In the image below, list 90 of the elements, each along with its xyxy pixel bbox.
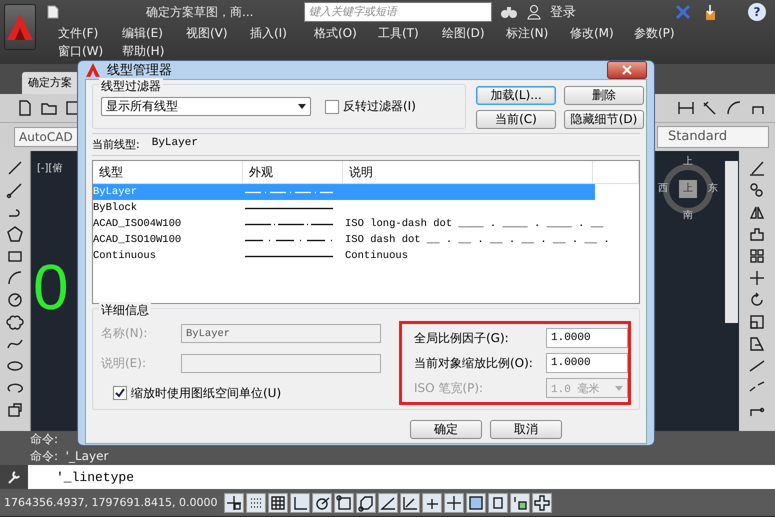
cross-icon[interactable] — [422, 492, 442, 512]
menu-item[interactable]: 修改(M) — [570, 24, 634, 42]
menu-item[interactable]: 标注(N) — [506, 24, 570, 42]
table-row[interactable]: ACAD_ISO04W100 ISO long-dash dot ____ . ____ . ____ . __ — [93, 216, 604, 232]
table-cell-text: ISO dash dot __ . __ . __ . __ . __ . __ . — [345, 233, 610, 248]
style-dropdown[interactable]: Standard — [657, 126, 769, 148]
axis-icon[interactable] — [400, 492, 420, 512]
help-button[interactable]: ? — [748, 3, 766, 21]
logo-icon — [5, 12, 35, 42]
command-input[interactable]: '_linetype — [28, 465, 775, 489]
paper-space-checkbox[interactable]: 缩放时使用图纸空间单位(U) — [101, 384, 381, 402]
current-linetype-label: 当前线型: — [92, 137, 140, 152]
plus-outline-icon[interactable] — [532, 492, 552, 512]
close-icon — [622, 65, 632, 75]
dialog-button[interactable]: 取消 — [490, 420, 562, 439]
circle-icon[interactable] — [6, 291, 24, 309]
angle-icon[interactable] — [312, 492, 332, 512]
caret-icon — [298, 104, 306, 109]
object-scale-field[interactable]: 1.0000 — [546, 353, 628, 373]
wrench-icon[interactable] — [6, 469, 22, 485]
scrollbar[interactable] — [725, 161, 738, 323]
dialog-button[interactable]: 隐藏细节(D) — [564, 110, 644, 129]
corner-icon[interactable] — [290, 492, 310, 512]
brush-icon[interactable] — [748, 159, 766, 177]
table-row[interactable]: ACAD_ISO10W100 ISO dash dot __ . __ . __ . __ . __ . __ . — [93, 232, 610, 248]
coordinates-display: 1764356.4937, 1797691.8415, 0.0000 — [4, 496, 218, 509]
command-line: 命令: — [30, 431, 60, 448]
dialog-button[interactable]: 加载(L)... — [476, 86, 556, 105]
arc-dimension-icon[interactable] — [725, 99, 743, 117]
checkmark-icon — [115, 388, 125, 398]
menu-item[interactable]: 编辑(E) — [122, 24, 186, 42]
menu-item[interactable]: 参数(P) — [634, 24, 698, 42]
filter-dropdown[interactable]: 显示所有线型 — [101, 97, 311, 116]
table-cell-text: ACAD_ISO10W100 — [93, 233, 182, 248]
menu-item[interactable]: 文件(F) — [58, 24, 122, 42]
move-icon[interactable] — [748, 269, 766, 287]
field-label: 名称(N): — [101, 325, 148, 342]
polyline-icon[interactable] — [6, 181, 24, 199]
menu-item[interactable]: 插入(I) — [250, 24, 314, 42]
table-cell-text: ACAD_ISO04W100 — [93, 217, 182, 232]
dialog-button[interactable]: 当前(C) — [476, 110, 556, 129]
field-label: 当前对象缩放比例(O): — [414, 354, 534, 372]
angle-icon[interactable] — [378, 492, 398, 512]
menu-item[interactable]: 绘图(D) — [442, 24, 506, 42]
array-icon[interactable] — [748, 247, 766, 265]
sign-in-link[interactable]: 登录 — [550, 3, 576, 21]
stretch-icon[interactable] — [748, 335, 766, 353]
table-cell-text: Continuous — [93, 249, 158, 264]
block-icon[interactable] — [6, 401, 24, 419]
new-file-icon[interactable] — [46, 5, 60, 19]
dialog-button[interactable]: 确定 — [410, 420, 482, 439]
field-label: ISO 笔宽(P): — [414, 380, 484, 396]
user-icon[interactable] — [526, 4, 542, 20]
menu-item[interactable]: 格式(O) — [314, 24, 378, 42]
grid-icon[interactable] — [268, 492, 288, 512]
menu-item[interactable]: 窗口(W) — [58, 42, 122, 60]
search-field[interactable]: 键入关键字或短语 — [304, 2, 492, 22]
table-cell-text: ByBlock — [93, 201, 138, 216]
square-icon[interactable] — [334, 492, 354, 512]
table-cell-text: ISO long-dash dot ____ . ____ . ____ . __ — [345, 217, 604, 232]
arc-icon[interactable] — [6, 269, 24, 287]
table-row[interactable]: ByBlock — [93, 200, 595, 216]
command-line: 命令: '_Layer — [30, 448, 110, 465]
window-title: 确定方案草图，商... — [146, 4, 254, 20]
dialog-button[interactable]: 删除 — [564, 86, 644, 105]
group-label: 详细信息 — [99, 302, 151, 319]
crosshair-icon[interactable] — [224, 492, 244, 512]
pentagon-icon[interactable] — [6, 225, 24, 243]
drawing-text: 0 — [33, 255, 70, 319]
binoculars-icon[interactable] — [500, 4, 518, 20]
field-label: 全局比例因子(G): — [414, 330, 510, 346]
table-cell-text: ByLayer — [93, 185, 138, 200]
global-scale-field[interactable]: 1.0000 — [546, 328, 628, 348]
menu-item[interactable]: 工具(T) — [378, 24, 442, 42]
caret-icon — [615, 386, 623, 390]
field-label: 说明(E): — [101, 355, 147, 372]
plus-icon[interactable] — [444, 492, 464, 512]
invert-filter-checkbox[interactable]: 反转过滤器(I) — [325, 98, 416, 115]
dimension-icon[interactable] — [677, 99, 695, 117]
scale-icon[interactable] — [748, 313, 766, 331]
line-icon[interactable] — [6, 159, 24, 177]
menu-item[interactable]: 帮助(H) — [122, 42, 186, 60]
table-row[interactable]: Continuous Continuous — [93, 248, 595, 264]
close-button[interactable] — [607, 61, 647, 79]
dotted-grid-icon[interactable] — [246, 492, 266, 512]
menu-item[interactable]: 视图(V) — [186, 24, 250, 42]
current-linetype-value: ByLayer — [152, 137, 198, 151]
application-menu-button[interactable] — [4, 4, 36, 50]
cloud-icon[interactable] — [6, 313, 24, 331]
table-cell-text: Continuous — [345, 249, 410, 264]
